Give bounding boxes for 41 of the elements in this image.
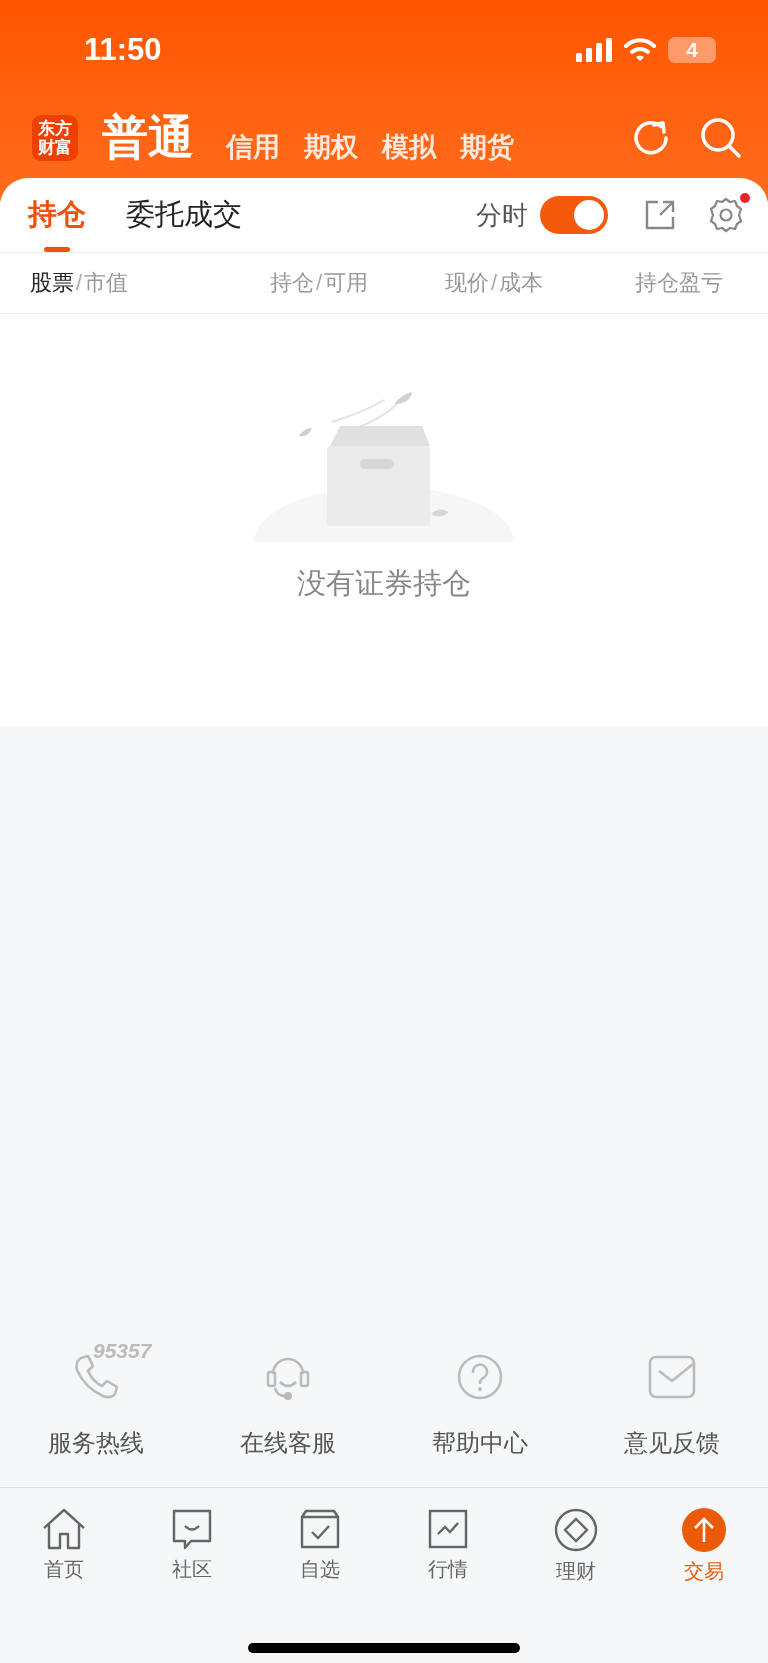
slash-divider: / — [316, 270, 323, 296]
nav-tab[interactable]: 理财 — [512, 1508, 640, 1585]
column-heading: 现价 — [445, 269, 489, 297]
toggle-label: 分时 — [476, 198, 528, 232]
settings-icon[interactable] — [708, 197, 744, 233]
nav-tab[interactable]: 行情 — [384, 1508, 512, 1585]
slash-divider: / — [491, 270, 498, 296]
service-label[interactable]: 服务热线 — [48, 1427, 144, 1459]
column-heading: 市值 — [84, 269, 129, 297]
share-icon[interactable] — [644, 199, 676, 231]
home-icon — [42, 1508, 86, 1550]
service-label[interactable]: 帮助中心 — [432, 1427, 528, 1459]
app-logo[interactable]: 东方 财富 — [32, 115, 78, 161]
service-label[interactable]: 意见反馈 — [624, 1427, 720, 1459]
chart-icon — [427, 1508, 469, 1550]
battery-indicator: 4 — [668, 37, 716, 63]
column-heading: 股票 — [30, 269, 74, 297]
wifi-icon — [624, 38, 656, 62]
empty-message: 没有证券持仓 — [297, 566, 471, 601]
sub-tab[interactable]: 委托成交 — [126, 178, 242, 252]
column-heading: 持仓盈亏 — [635, 269, 723, 297]
checkbox-icon — [299, 1508, 341, 1550]
nav-tab[interactable]: 自选 — [256, 1508, 384, 1585]
search-icon[interactable] — [700, 117, 742, 159]
mail-icon[interactable] — [647, 1354, 697, 1400]
hotline-number: 95357 — [93, 1339, 152, 1363]
chat-icon — [171, 1508, 213, 1550]
column-heading: 持仓 — [270, 269, 314, 297]
status-time: 11:50 — [84, 32, 162, 68]
nav-tab[interactable]: 社区 — [128, 1508, 256, 1585]
account-tab[interactable]: 普通 — [98, 107, 214, 169]
column-heading: 可用 — [324, 269, 369, 297]
timeshare-toggle[interactable] — [540, 196, 608, 234]
nav-tab[interactable]: 交易 — [640, 1508, 768, 1585]
slash-divider: / — [76, 270, 83, 296]
service-label[interactable]: 在线客服 — [240, 1427, 336, 1459]
column-heading: 成本 — [499, 269, 544, 297]
sub-tab[interactable]: 持仓 — [28, 178, 86, 252]
nav-tab[interactable]: 首页 — [0, 1508, 128, 1585]
help-icon[interactable] — [456, 1353, 504, 1401]
signal-icon — [576, 38, 612, 62]
